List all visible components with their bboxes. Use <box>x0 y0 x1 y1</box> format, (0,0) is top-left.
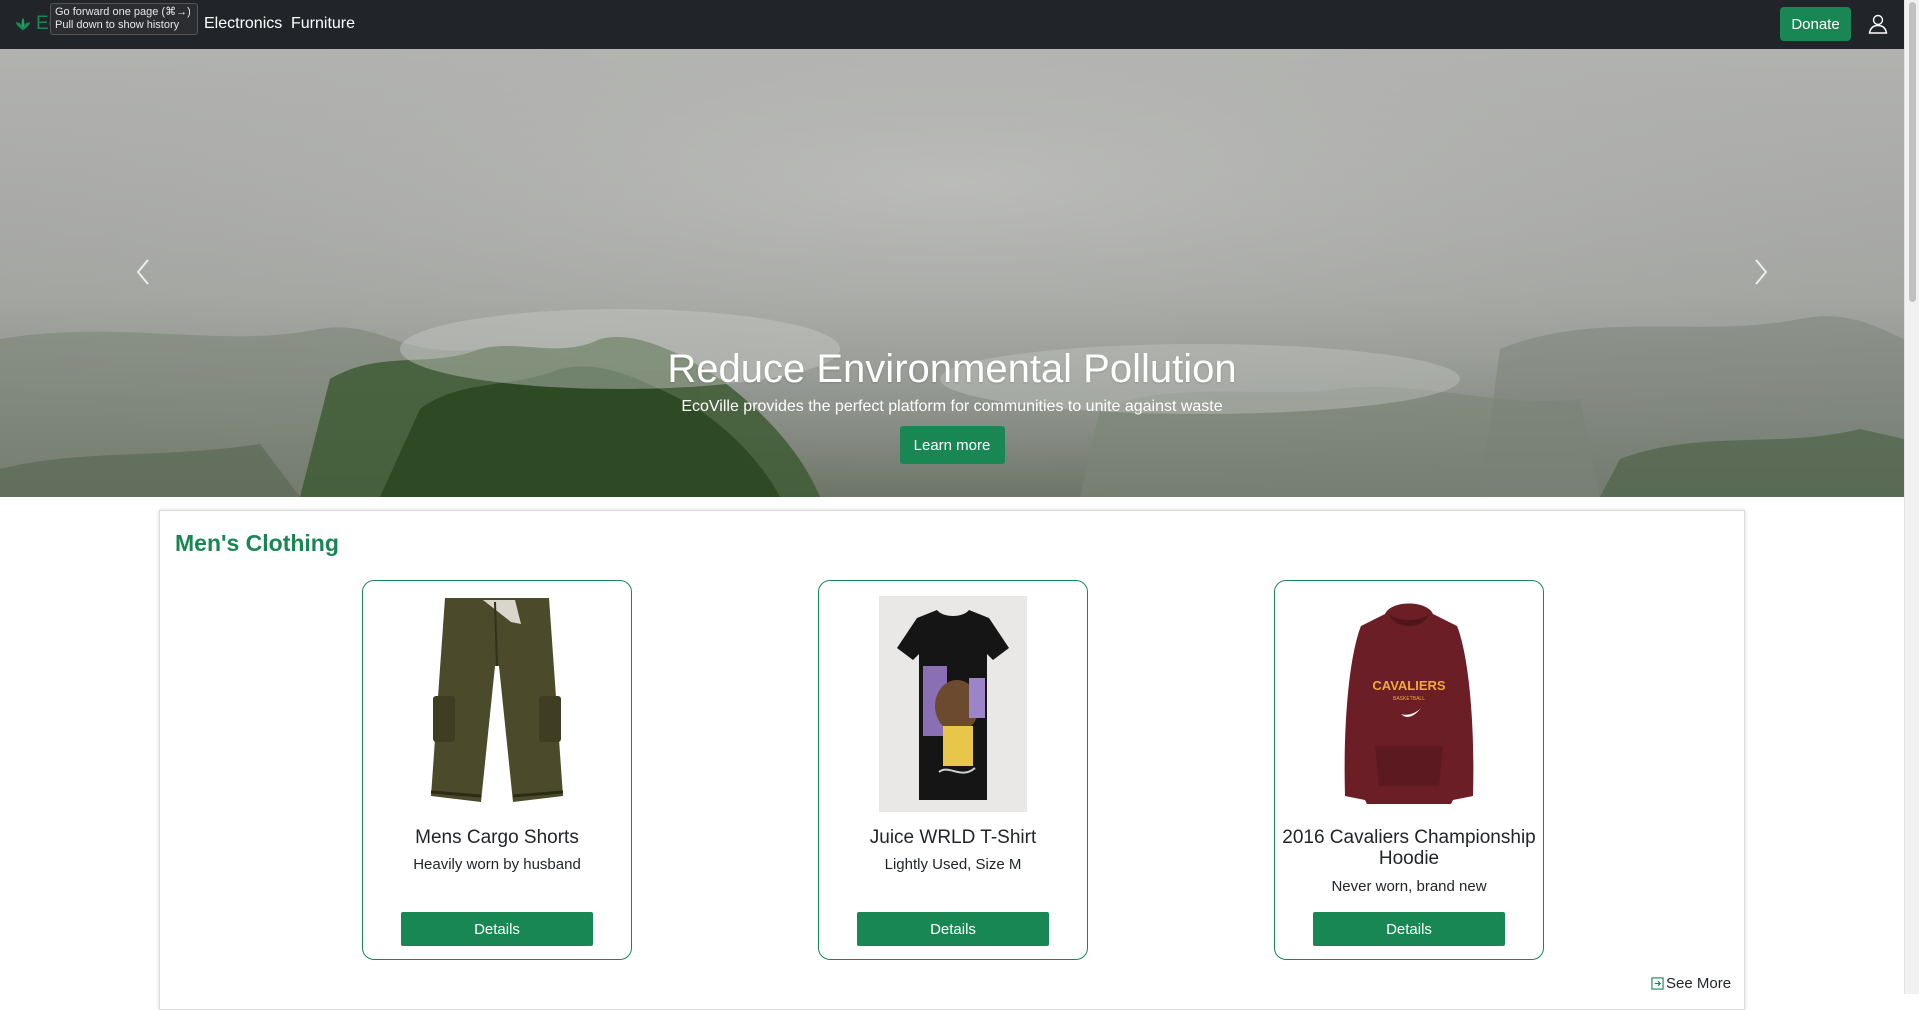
product-title: Mens Cargo Shorts <box>415 827 579 848</box>
top-navbar: EcoVille Electronics Furniture Go forwar… <box>0 0 1904 49</box>
hero-carousel: Reduce Environmental Pollution EcoVille … <box>0 49 1904 497</box>
product-card: CAVALIERS BASKETBALL 2016 Cavaliers Cham… <box>1274 580 1544 960</box>
carousel-prev-icon[interactable] <box>128 252 158 292</box>
product-card: Mens Cargo Shorts Heavily worn by husban… <box>362 580 632 960</box>
section-title: Men's Clothing <box>175 530 339 556</box>
hoodie-image: CAVALIERS BASKETBALL <box>1335 596 1483 812</box>
product-title: Juice WRLD T-Shirt <box>869 827 1037 848</box>
browser-tooltip: Go forward one page (⌘→) Pull down to sh… <box>50 3 198 35</box>
learn-more-button[interactable]: Learn more <box>899 426 1005 464</box>
page-scrollbar[interactable] <box>1904 0 1919 994</box>
leaf-logo-icon <box>15 17 31 31</box>
nav-link-furniture[interactable]: Furniture <box>291 13 355 35</box>
hero-subtitle: EcoVille provides the perfect platform f… <box>681 398 1223 415</box>
hero-caption: Reduce Environmental Pollution EcoVille … <box>0 344 1904 464</box>
see-more-label: See More <box>1666 975 1732 992</box>
carousel-next-icon[interactable] <box>1746 252 1776 292</box>
product-description: Heavily worn by husband <box>413 856 581 873</box>
tooltip-line-1: Go forward one page (⌘→) <box>55 6 191 18</box>
tooltip-line-2: Pull down to show history <box>55 19 180 31</box>
product-card: Juice WRLD T-Shirt Lightly Used, Size M … <box>818 580 1088 960</box>
cargo-shorts-image <box>423 596 571 812</box>
product-description: Lightly Used, Size M <box>884 856 1022 873</box>
product-title: 2016 Cavaliers Championship Hoodie <box>1282 827 1536 869</box>
scrollbar-thumb[interactable] <box>1909 2 1916 302</box>
see-more-link[interactable]: See More <box>1651 975 1731 992</box>
user-icon[interactable] <box>1866 12 1890 36</box>
mens-clothing-section: Men's Clothing Mens Cargo Shorts Heavily… <box>159 510 1745 1010</box>
details-button[interactable]: Details <box>857 912 1049 946</box>
donate-button[interactable]: Donate <box>1780 7 1851 41</box>
product-description: Never worn, brand new <box>1331 878 1487 895</box>
hoodie-print-text: CAVALIERS <box>1372 678 1446 693</box>
details-button[interactable]: Details <box>1313 912 1505 946</box>
external-arrow-icon <box>1651 977 1664 990</box>
hoodie-print-subtext: BASKETBALL <box>1393 696 1425 702</box>
tshirt-image <box>879 596 1027 812</box>
details-button[interactable]: Details <box>401 912 593 946</box>
hero-title: Reduce Environmental Pollution <box>667 347 1237 391</box>
nav-link-electronics[interactable]: Electronics <box>204 13 282 35</box>
